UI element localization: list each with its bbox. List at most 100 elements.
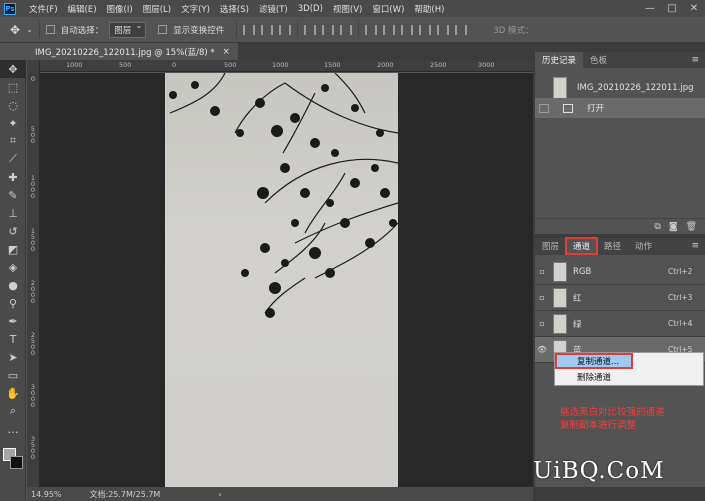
distribute-middle-icon[interactable] [383, 24, 396, 35]
type-tool-icon[interactable]: T [0, 330, 26, 348]
show-transform-checkbox[interactable] [158, 25, 168, 34]
pen-tool-icon[interactable]: ✒ [0, 312, 26, 330]
clone-stamp-tool-icon[interactable]: ⊥ [0, 204, 26, 222]
brush-tool-icon[interactable]: ✎ [0, 186, 26, 204]
vertical-ruler: 0 5 0 0 1 0 0 0 1 5 0 0 2 0 0 0 2 5 0 0 … [27, 60, 40, 487]
blur-tool-icon[interactable]: ● [0, 276, 26, 294]
ruler-tick: 1 0 0 0 [30, 174, 36, 200]
channel-row-rgb[interactable]: ▫ RGB Ctrl+2 [535, 259, 705, 285]
distribute-left-icon[interactable] [419, 24, 432, 35]
visibility-toggle[interactable]: ▫ [535, 319, 549, 328]
eyedropper-tool-icon[interactable]: ⟋ [0, 150, 26, 168]
align-bottom-icon[interactable] [340, 24, 353, 35]
menu-image[interactable]: 图像(I) [102, 3, 138, 15]
zoom-tool-icon[interactable]: ⌕ [0, 402, 26, 420]
tab-swatches[interactable]: 色板 [583, 52, 614, 68]
color-swatches[interactable] [3, 448, 23, 474]
ruler-tick: 500 [224, 61, 237, 69]
hand-tool-icon[interactable]: ✋ [0, 384, 26, 402]
distribute-bottom-icon[interactable] [401, 24, 414, 35]
status-menu-arrow-icon[interactable]: › [218, 490, 221, 499]
document-canvas[interactable] [40, 73, 533, 487]
history-brush-tool-icon[interactable]: ↺ [0, 222, 26, 240]
menu-edit[interactable]: 编辑(E) [63, 3, 102, 15]
document-tab[interactable]: IMG_20210226_122011.jpg @ 15%(蓝/8) * × [27, 43, 238, 60]
zoom-level[interactable]: 14.95% [31, 490, 62, 499]
divider [38, 21, 40, 38]
panel-menu-icon[interactable]: ≡ [691, 55, 699, 65]
align-middle-icon[interactable] [322, 24, 335, 35]
eye-icon[interactable]: 👁 [535, 345, 549, 354]
tab-paths[interactable]: 路径 [597, 238, 628, 254]
menu-view[interactable]: 视图(V) [328, 3, 367, 15]
align-top-icon[interactable] [304, 24, 317, 35]
auto-select-checkbox[interactable] [45, 25, 55, 34]
tab-actions[interactable]: 动作 [628, 238, 659, 254]
close-tab-icon[interactable]: × [223, 47, 230, 57]
history-step-open[interactable]: 打开 [535, 98, 705, 118]
channel-row-red[interactable]: ▫ 红 Ctrl+3 [535, 285, 705, 311]
align-left-icon[interactable] [243, 24, 256, 35]
maximize-button[interactable]: □ [661, 0, 683, 17]
channel-shortcut: Ctrl+3 [668, 293, 693, 302]
menu-help[interactable]: 帮助(H) [409, 3, 449, 15]
magic-wand-tool-icon[interactable]: ✦ [0, 114, 26, 132]
status-bar: 14.95% 文档:25.7M/25.7M › [27, 487, 533, 501]
close-window-button[interactable]: ✕ [683, 0, 705, 17]
panel-menu-icon[interactable]: ≡ [691, 241, 699, 251]
path-selection-tool-icon[interactable]: ➤ [0, 348, 26, 366]
window-controls: — □ ✕ [639, 0, 705, 17]
tab-channels[interactable]: 通道 [565, 237, 599, 255]
trash-icon[interactable]: 🗑 [686, 222, 697, 232]
rectangle-tool-icon[interactable]: ▭ [0, 366, 26, 384]
channels-panel-tabs: 图层 通道 路径 动作 ≡ [535, 237, 705, 255]
tools-panel: ✥ ⬚ ◌ ✦ ⌗ ⟋ ✚ ✎ ⊥ ↺ ◩ ◈ ● ⚲ ✒ T ➤ ▭ ✋ ⌕ … [0, 60, 26, 501]
more-tools-icon[interactable]: … [0, 420, 26, 438]
new-document-from-state-icon[interactable]: ⧉ [654, 222, 660, 232]
channel-row-green[interactable]: ▫ 绿 Ctrl+4 [535, 311, 705, 337]
align-right-icon[interactable] [279, 24, 292, 35]
visibility-toggle[interactable]: ▫ [535, 293, 549, 302]
photo-branches [165, 73, 399, 487]
menu-layer[interactable]: 图层(L) [138, 3, 176, 15]
move-tool-preset-icon[interactable]: ✥ [10, 23, 20, 37]
menu-item-duplicate-channel[interactable]: 复制通道... [555, 353, 633, 369]
background-color-swatch[interactable] [10, 456, 23, 469]
menu-3d[interactable]: 3D(D) [293, 4, 328, 14]
distribute-right-icon[interactable] [455, 24, 468, 35]
divider [358, 21, 360, 38]
channel-thumbnail [553, 287, 567, 308]
visibility-toggle[interactable]: ▫ [535, 267, 549, 276]
align-center-icon[interactable] [261, 24, 274, 35]
history-brush-source-icon[interactable] [539, 103, 549, 113]
dodge-tool-icon[interactable]: ⚲ [0, 294, 26, 312]
ruler-tick: 2500 [430, 61, 447, 69]
auto-select-dropdown[interactable]: 图层 [109, 21, 147, 38]
marquee-tool-icon[interactable]: ⬚ [0, 78, 26, 96]
eraser-tool-icon[interactable]: ◩ [0, 240, 26, 258]
menu-type[interactable]: 文字(Y) [176, 3, 215, 15]
paint-bucket-tool-icon[interactable]: ◈ [0, 258, 26, 276]
branch-silhouette [169, 73, 399, 318]
menu-select[interactable]: 选择(S) [215, 3, 254, 15]
move-tool-icon[interactable]: ✥ [0, 60, 26, 78]
minimize-button[interactable]: — [639, 0, 661, 17]
options-bar: ✥ ⌄ 自动选择： 图层 显示变换控件 3D 模式： [0, 17, 705, 43]
menu-filter[interactable]: 滤镜(T) [254, 3, 293, 15]
menu-file[interactable]: 文件(F) [24, 3, 63, 15]
distribute-top-icon[interactable] [365, 24, 378, 35]
channel-shortcut: Ctrl+4 [668, 319, 693, 328]
menu-item-delete-channel[interactable]: 删除通道 [555, 369, 703, 385]
crop-tool-icon[interactable]: ⌗ [0, 132, 26, 150]
menu-window[interactable]: 窗口(W) [367, 3, 409, 15]
history-step-label: 打开 [587, 104, 605, 114]
camera-icon[interactable]: ◙ [669, 222, 678, 232]
tab-layers[interactable]: 图层 [535, 238, 566, 254]
healing-brush-tool-icon[interactable]: ✚ [0, 168, 26, 186]
chevron-down-icon[interactable]: ⌄ [26, 25, 33, 34]
lasso-tool-icon[interactable]: ◌ [0, 96, 26, 114]
tab-history[interactable]: 历史记录 [535, 52, 584, 68]
distribute-center-icon[interactable] [437, 24, 450, 35]
snapshot-thumbnail [553, 77, 567, 99]
site-watermark: UiBQ.CoM [533, 458, 665, 484]
